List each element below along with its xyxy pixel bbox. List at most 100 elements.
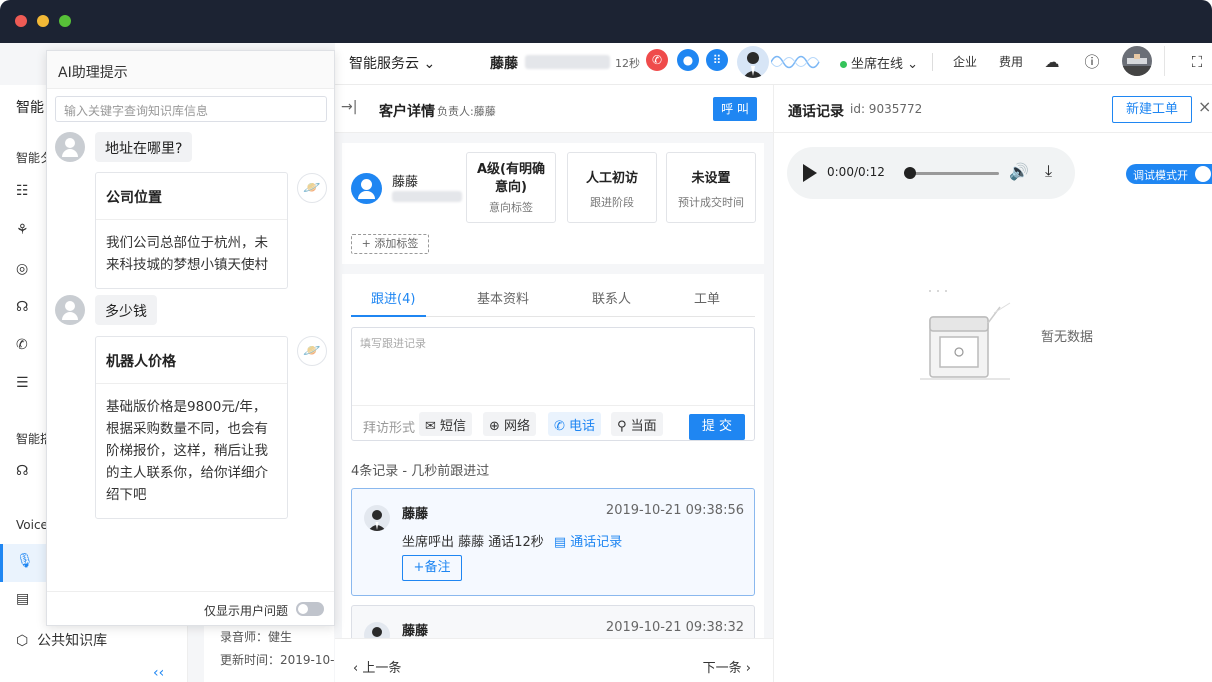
call-record-panel: 通话记录 id: 9035772 新建工单 × 0:00/0:12 🔊 ⤓ 调试… <box>773 85 1212 682</box>
detail-tabs: 跟进(4) 基本资料 联系人 工单 <box>351 274 755 317</box>
record-pager: ‹ 上一条 下一条 › <box>335 638 773 682</box>
volume-icon[interactable]: 🔊 <box>1009 162 1029 181</box>
user-avatar-icon <box>55 295 85 325</box>
follow-up-record: 藤藤 2019-10-21 09:38:56 坐席呼出 藤藤 通话12秒 ▤ 通话… <box>351 488 755 596</box>
user-avatar[interactable] <box>1122 46 1152 76</box>
cube-icon: ⬡ <box>16 633 29 649</box>
recorder-text: 录音师：健生 <box>220 630 293 644</box>
sidebar-item-2[interactable]: ⚘ <box>16 222 29 238</box>
close-icon[interactable]: × <box>1198 97 1211 116</box>
audio-player: 0:00/0:12 🔊 ⤓ <box>787 147 1075 199</box>
deal-time-value: 未设置 <box>691 171 731 186</box>
visit-type-in-person[interactable]: ⚲ 当面 <box>611 412 663 436</box>
collapse-panel-icon[interactable]: →| <box>341 99 357 115</box>
record-content: 坐席呼出 藤藤 通话12秒 ▤ 通话记录 <box>402 531 622 550</box>
visit-type-network[interactable]: ⊕ 网络 <box>483 412 537 436</box>
follow-stage-value: 人工初访 <box>585 171 638 186</box>
nav-fee[interactable]: 费用 <box>999 53 1023 70</box>
knowledge-search-input[interactable]: 输入关键字查询知识库信息 <box>55 96 327 122</box>
follow-stage-box[interactable]: 人工初访 跟进阶段 <box>567 152 657 223</box>
follow-stage-label: 跟进阶段 <box>590 196 634 209</box>
sidebar-item-5[interactable]: ✆ <box>16 337 28 353</box>
sidebar-item-1[interactable]: ☷ <box>16 183 29 199</box>
agent-status-dropdown[interactable]: 坐席在线 ⌄ <box>840 53 918 72</box>
only-user-questions-toggle[interactable] <box>296 602 324 616</box>
caller-number-masked <box>525 55 610 69</box>
help-icon[interactable]: ⓘ <box>1082 52 1102 72</box>
tab-follow-up[interactable]: 跟进(4) <box>371 288 415 307</box>
visit-type-label: 拜访形式 <box>363 421 416 436</box>
call-button[interactable]: 呼 叫 <box>713 97 757 121</box>
tab-tickets[interactable]: 工单 <box>694 288 720 307</box>
visit-type-phone[interactable]: ✆ 电话 <box>548 412 602 436</box>
sidebar-collapse-button[interactable]: ‹‹ <box>153 665 164 681</box>
record-text: 坐席呼出 藤藤 通话12秒 <box>402 535 544 550</box>
sidebar-item-library[interactable]: ▤ <box>16 591 29 607</box>
microphone-icon: 🎙 <box>16 553 34 569</box>
sidebar-item-agent[interactable]: ☊ <box>16 463 28 479</box>
player-time: 0:00/0:12 <box>827 165 885 179</box>
call-record-header: 通话记录 id: 9035772 新建工单 × <box>774 85 1212 133</box>
call-record-link[interactable]: ▤ 通话记录 <box>554 535 622 550</box>
play-icon[interactable] <box>803 164 817 182</box>
answer-title: 机器人价格 <box>96 337 287 384</box>
nav-enterprise[interactable]: 企业 <box>953 53 977 70</box>
debug-mode-toggle[interactable]: 调试模式开 <box>1126 164 1212 184</box>
owner-label: 负责人:藤藤 <box>437 105 496 118</box>
customer-detail-panel: →| 客户详情 负责人:藤藤 呼 叫 藤藤 A级(有明确意向) 意向标签 人工初… <box>335 85 773 682</box>
microphone-icon[interactable]: ● <box>677 49 699 71</box>
updated-time-text: 更新时间：2019-10-1 <box>220 653 343 667</box>
new-ticket-button[interactable]: 新建工单 <box>1112 96 1192 123</box>
divider <box>932 53 933 71</box>
customer-phone-masked <box>392 191 462 202</box>
audio-progress-track[interactable] <box>907 172 999 175</box>
add-note-button[interactable]: +备注 <box>402 555 462 581</box>
empty-box-icon <box>920 290 1011 380</box>
deal-time-label: 预计成交时间 <box>678 196 744 209</box>
divider <box>352 405 754 406</box>
record-time: 2019-10-21 09:38:56 <box>605 503 744 518</box>
agent-status-text: 坐席在线 ⌄ <box>851 57 919 72</box>
sidebar-item-6[interactable]: ☰ <box>16 375 29 391</box>
sidebar-item-4[interactable]: ☊ <box>16 299 28 315</box>
ai-panel-footer: 仅显示用户问题 <box>47 591 334 625</box>
call-record-id: id: 9035772 <box>850 102 923 116</box>
dialpad-icon[interactable]: ⠿ <box>706 49 728 71</box>
fullscreen-icon[interactable]: ⛶ <box>1187 52 1207 72</box>
answer-body: 我们公司总部位于杭州，未来科技城的梦想小镇天使村 <box>106 235 268 273</box>
window-minimize-button[interactable] <box>37 15 49 27</box>
visit-type-sms[interactable]: ✉ 短信 <box>419 412 473 436</box>
previous-button[interactable]: ‹ 上一条 <box>353 657 401 676</box>
user-question-bubble: 多少钱 <box>95 295 157 325</box>
user-avatar-icon <box>55 132 85 162</box>
cloud-icon[interactable]: ☁ <box>1042 52 1062 72</box>
window-maximize-button[interactable] <box>59 15 71 27</box>
sidebar-item-3[interactable]: ◎ <box>16 261 28 277</box>
only-user-questions-label: 仅显示用户问题 <box>203 604 288 618</box>
customer-avatar <box>351 173 382 204</box>
follow-up-input[interactable]: 填写跟进记录 <box>360 335 426 351</box>
user-question-bubble: 地址在哪里? <box>95 132 193 162</box>
next-button[interactable]: 下一条 › <box>703 657 751 676</box>
add-tag-button[interactable]: + 添加标签 <box>351 234 429 254</box>
background-recording-info: 录音师：健生 更新时间：2019-10-1 <box>204 622 343 682</box>
tab-basic-info[interactable]: 基本资料 <box>477 288 529 307</box>
tab-contacts[interactable]: 联系人 <box>592 288 631 307</box>
audio-progress-handle[interactable] <box>904 167 916 179</box>
follow-up-editor: 填写跟进记录 拜访形式 ✉ 短信 ⊕ 网络 ✆ 电话 ⚲ 当面 提 交 <box>351 327 755 441</box>
robot-planet-icon: 🪐 <box>297 173 327 203</box>
intent-tag-label: 意向标签 <box>489 201 533 214</box>
customer-detail-header: →| 客户详情 负责人:藤藤 呼 叫 <box>335 85 773 133</box>
sidebar-item-public-kb[interactable]: ⬡ 公共知识库 <box>16 630 107 650</box>
toggle-knob <box>1195 166 1211 182</box>
answer-title: 公司位置 <box>96 173 287 220</box>
intent-tag-box[interactable]: A级(有明确意向) 意向标签 <box>466 152 556 223</box>
download-icon[interactable]: ⤓ <box>1045 161 1052 181</box>
product-switcher[interactable]: 智能服务云 ⌄ <box>349 53 435 73</box>
phone-hangup-icon[interactable]: ✆ <box>646 49 668 71</box>
submit-button[interactable]: 提 交 <box>689 414 745 440</box>
top-header: 智能服务云 ⌄ 藤藤 12秒 ✆ ● ⠿ 坐席在线 ⌄ 企业 费用 ☁ ⓘ ⛶ <box>335 43 1212 85</box>
sidebar-section-3: Voice <box>16 518 48 532</box>
window-close-button[interactable] <box>15 15 27 27</box>
deal-time-box[interactable]: 未设置 预计成交时间 <box>666 152 756 223</box>
